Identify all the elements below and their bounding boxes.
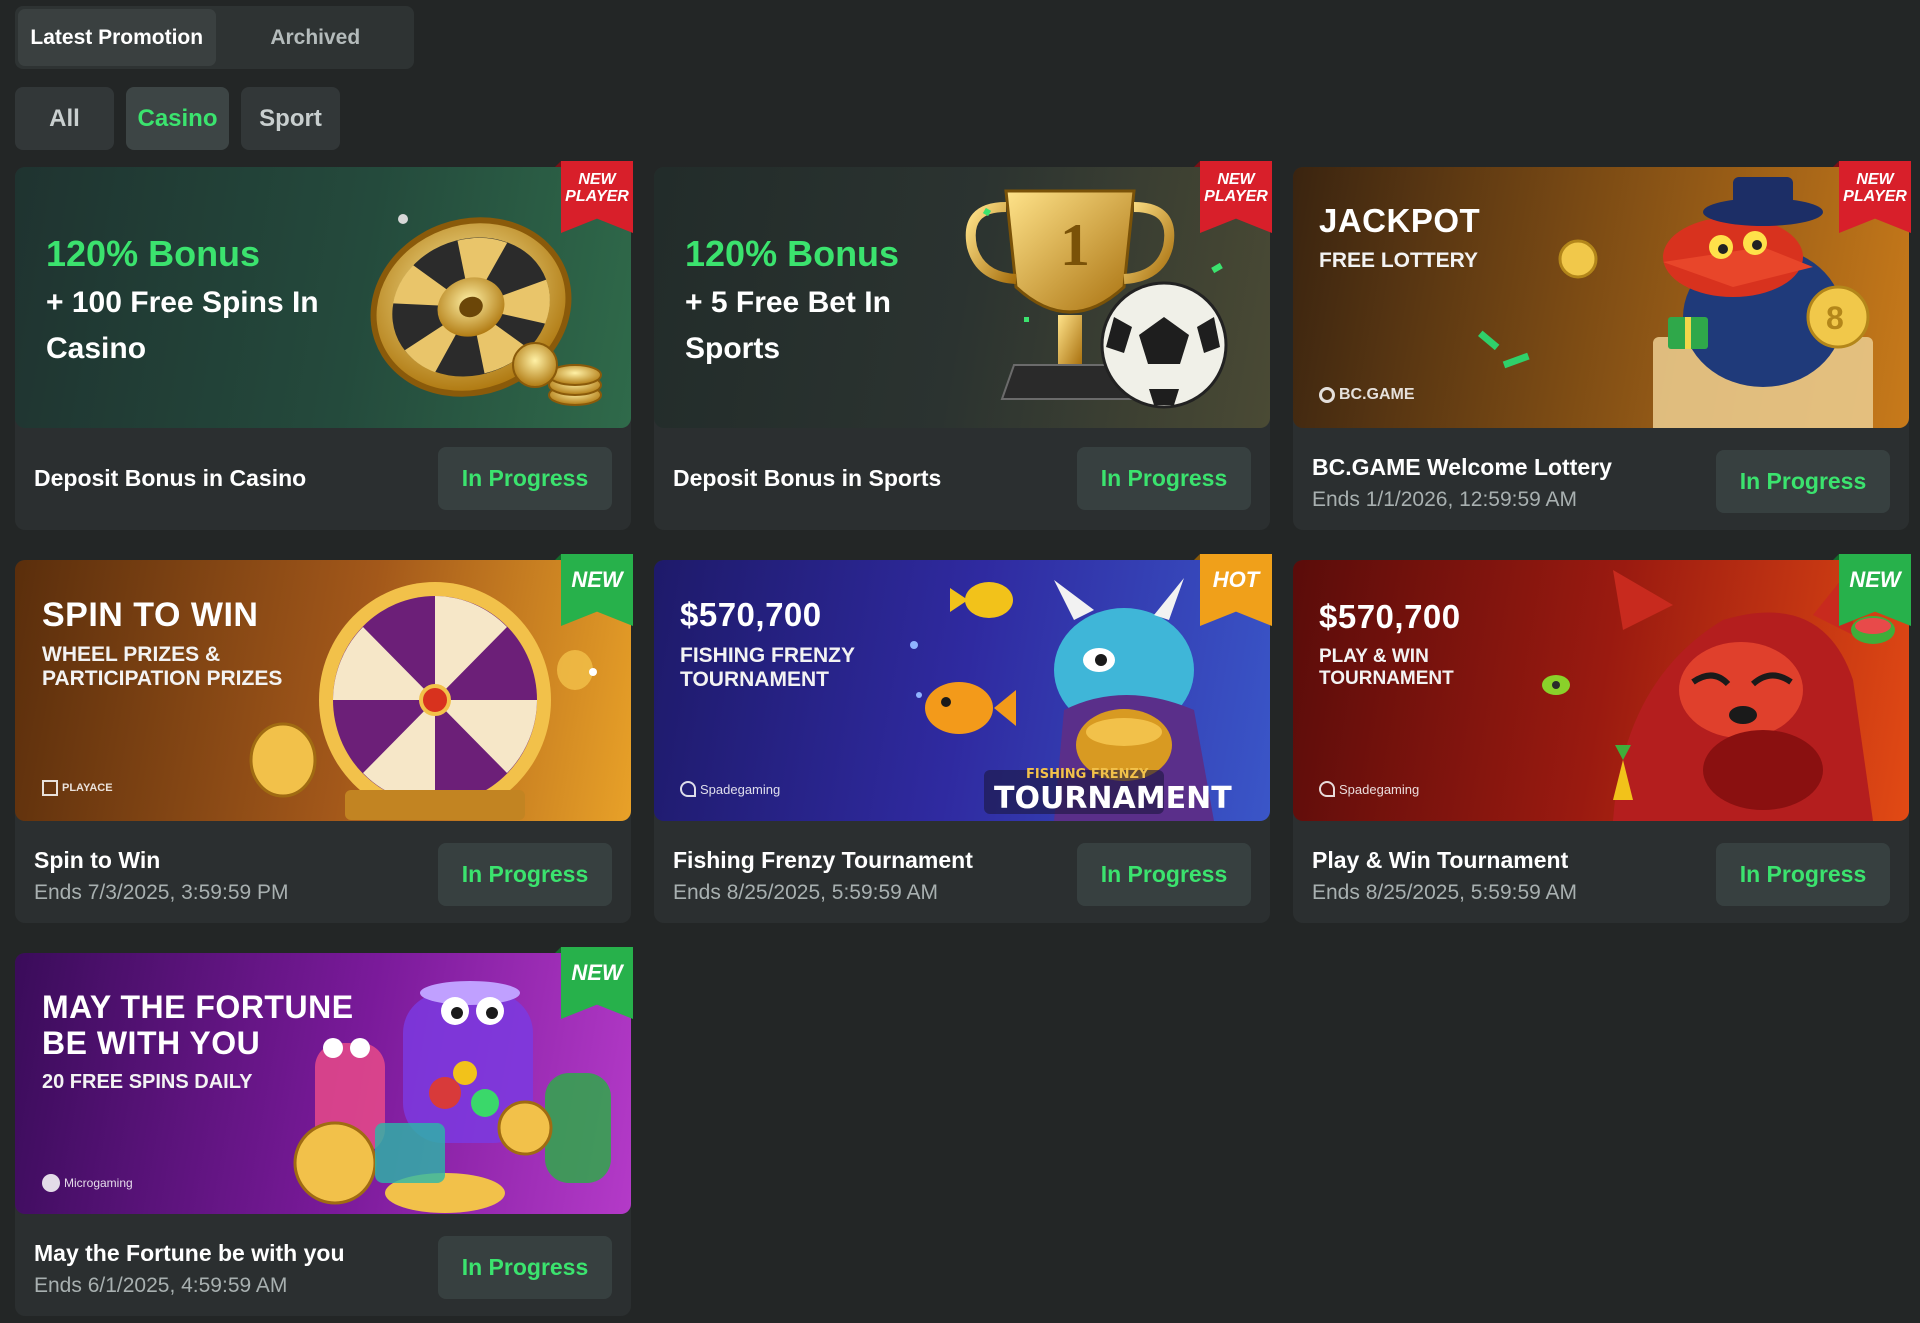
spadegaming-logo: Spadegaming (1319, 781, 1419, 797)
banner-line1: + 100 Free Spins In (46, 286, 319, 319)
status-button[interactable]: In Progress (438, 1236, 612, 1299)
promo-banner[interactable]: SPIN TO WIN WHEEL PRIZES & PARTICIPATION… (15, 560, 631, 821)
card-title: Play & Win Tournament (1312, 847, 1569, 873)
banner-headline: $570,700 (680, 596, 822, 633)
banner-headline: 120% Bonus (46, 233, 261, 274)
card-title: Deposit Bonus in Casino (34, 465, 307, 491)
promo-card-fishing-frenzy[interactable]: TOURNAMENT FISHING FRENZY $570,700 FISHI… (654, 554, 1272, 923)
banner-line2: Sports (685, 332, 781, 365)
new-player-ribbon: NEW PLAYER (555, 161, 633, 233)
banner-headline: JACKPOT (1319, 202, 1481, 239)
category-filters: All Casino Sport (15, 87, 340, 150)
svg-text:1: 1 (1060, 212, 1090, 278)
card-footer: Deposit Bonus in Casino In Progress (15, 428, 631, 530)
card-title: Fishing Frenzy Tournament (673, 847, 973, 873)
card-end-date: Ends 1/1/2026, 12:59:59 AM (1312, 488, 1578, 511)
card-footer: May the Fortune be with you Ends 6/1/202… (15, 1214, 631, 1316)
promo-card-fortune[interactable]: MAY THE FORTUNE BE WITH YOU 20 FREE SPIN… (15, 947, 633, 1316)
svg-text:8: 8 (1826, 300, 1844, 336)
promo-banner[interactable]: 120% Bonus + 100 Free Spins In Casino (15, 167, 631, 428)
promo-card-welcome-lottery[interactable]: 8 JACKPOT FREE LOTTERY BC.GAME NEW PLAYER… (1293, 161, 1911, 530)
banner-line1: 20 FREE SPINS DAILY (42, 1071, 253, 1093)
banner-line2: TOURNAMENT (680, 668, 829, 691)
card-title: Deposit Bonus in Sports (673, 465, 942, 491)
card-title: BC.GAME Welcome Lottery (1312, 454, 1612, 480)
banner-headline-line2: BE WITH YOU (42, 1025, 261, 1061)
promo-banner[interactable]: 1 120% Bonus + 5 Free Bet In Sports (654, 167, 1270, 428)
promotion-tabs: Latest Promotion Archived (15, 6, 414, 69)
banner-headline: MAY THE FORTUNE (42, 989, 354, 1025)
card-footer: Play & Win Tournament Ends 8/25/2025, 5:… (1293, 821, 1909, 923)
card-title: Spin to Win (34, 847, 161, 873)
tab-archived[interactable]: Archived (220, 9, 412, 66)
banner-line1: PLAY & WIN (1319, 646, 1429, 667)
microgaming-logo: Microgaming (42, 1174, 133, 1192)
card-footer: BC.GAME Welcome Lottery Ends 1/1/2026, 1… (1293, 428, 1909, 530)
banner-line1: FREE LOTTERY (1319, 249, 1479, 272)
filter-casino[interactable]: Casino (126, 87, 229, 150)
card-end-date: Ends 8/25/2025, 5:59:59 AM (1312, 881, 1578, 904)
status-button[interactable]: In Progress (438, 843, 612, 906)
promo-card-play-win[interactable]: $570,700 PLAY & WIN TOURNAMENT Spadegami… (1293, 554, 1911, 923)
playace-logo: PLAYACE (42, 780, 113, 796)
banner-line1: + 5 Free Bet In (685, 286, 891, 319)
new-player-ribbon: NEW PLAYER (1833, 161, 1911, 233)
status-button[interactable]: In Progress (1716, 843, 1890, 906)
status-button[interactable]: In Progress (1077, 843, 1251, 906)
banner-headline: SPIN TO WIN (42, 596, 259, 634)
promo-banner[interactable]: MAY THE FORTUNE BE WITH YOU 20 FREE SPIN… (15, 953, 631, 1214)
promo-card-spin-to-win[interactable]: SPIN TO WIN WHEEL PRIZES & PARTICIPATION… (15, 554, 633, 923)
promo-card-sports-deposit[interactable]: 1 120% Bonus + 5 Free Bet In Sports NEW P… (654, 161, 1272, 530)
card-end-date: Ends 7/3/2025, 3:59:59 PM (34, 881, 289, 904)
bcgame-logo: BC.GAME (1319, 386, 1415, 404)
new-ribbon: NEW (555, 554, 633, 626)
status-button[interactable]: In Progress (1077, 447, 1251, 510)
card-end-date: Ends 6/1/2025, 4:59:59 AM (34, 1274, 288, 1297)
new-ribbon: NEW (1833, 554, 1911, 626)
banner-line2: PARTICIPATION PRIZES (42, 667, 283, 690)
filter-all[interactable]: All (15, 87, 114, 150)
new-ribbon: NEW (555, 947, 633, 1019)
card-footer: Deposit Bonus in Sports In Progress (654, 428, 1270, 530)
svg-text:TOURNAMENT: TOURNAMENT (994, 781, 1232, 816)
banner-line2: Casino (46, 332, 147, 365)
card-footer: Spin to Win Ends 7/3/2025, 3:59:59 PM In… (15, 821, 631, 923)
promo-banner[interactable]: 8 JACKPOT FREE LOTTERY BC.GAME (1293, 167, 1909, 428)
card-title: May the Fortune be with you (34, 1240, 345, 1266)
banner-line1: FISHING FRENZY (680, 644, 856, 667)
new-player-ribbon: NEW PLAYER (1194, 161, 1272, 233)
banner-headline: 120% Bonus (685, 233, 900, 274)
promo-banner[interactable]: TOURNAMENT FISHING FRENZY $570,700 FISHI… (654, 560, 1270, 821)
spadegaming-logo: Spadegaming (680, 781, 780, 797)
status-button[interactable]: In Progress (438, 447, 612, 510)
tab-latest-promotion[interactable]: Latest Promotion (18, 9, 216, 66)
hot-ribbon: HOT (1194, 554, 1272, 626)
promo-card-casino-deposit[interactable]: 120% Bonus + 100 Free Spins In Casino NE… (15, 161, 633, 530)
banner-line1: WHEEL PRIZES & (42, 643, 221, 666)
banner-headline: $570,700 (1319, 598, 1461, 635)
status-button[interactable]: In Progress (1716, 450, 1890, 513)
svg-text:FISHING FRENZY: FISHING FRENZY (1026, 767, 1149, 782)
card-end-date: Ends 8/25/2025, 5:59:59 AM (673, 881, 939, 904)
banner-line2: TOURNAMENT (1319, 668, 1454, 689)
filter-sport[interactable]: Sport (241, 87, 340, 150)
card-footer: Fishing Frenzy Tournament Ends 8/25/2025… (654, 821, 1270, 923)
promo-banner[interactable]: $570,700 PLAY & WIN TOURNAMENT Spadegami… (1293, 560, 1909, 821)
